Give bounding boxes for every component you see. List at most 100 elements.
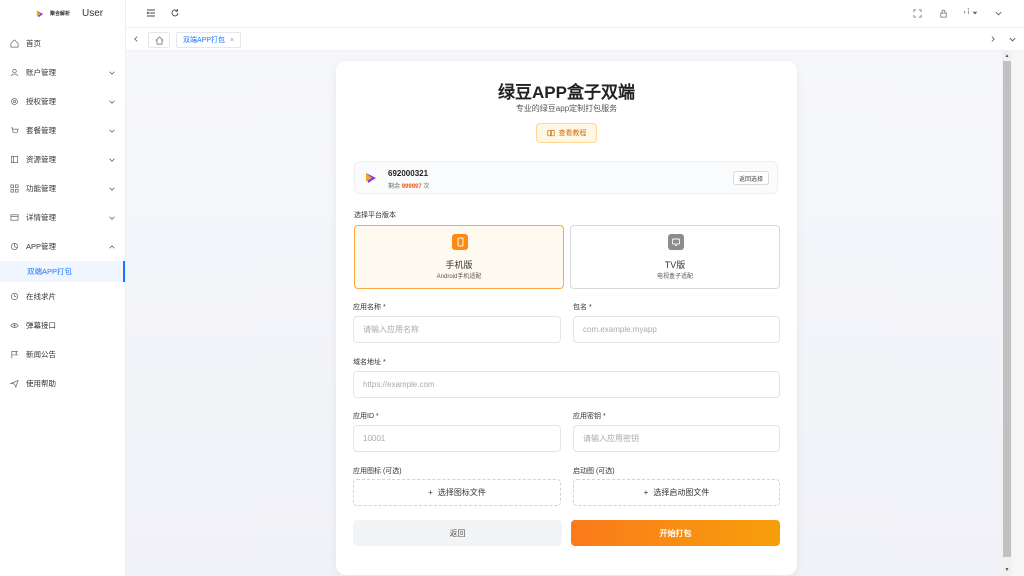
flag-icon (10, 350, 19, 359)
label-text: 应用ID (353, 413, 374, 420)
fullscreen-icon[interactable] (912, 7, 924, 19)
label-text: 应用密钥 (573, 413, 601, 420)
chevron-down-icon (109, 100, 115, 104)
label-text: 包名 (573, 304, 587, 311)
sidebar-item-label: APP管理 (26, 242, 57, 251)
detail-icon (10, 213, 19, 222)
balance-prefix: 剩余 (388, 184, 401, 190)
sidebar-item-accounts[interactable]: 账户管理 (0, 58, 125, 87)
chevron-down-icon[interactable] (992, 7, 1004, 19)
sidebar-item-functions[interactable]: 功能管理 (0, 174, 125, 203)
view-tutorial-button[interactable]: 查看教程 (536, 123, 597, 143)
send-icon (10, 379, 19, 388)
logo-icon (36, 10, 44, 17)
sidebar-item-plans[interactable]: 套餐管理 (0, 116, 125, 145)
select-icon-label: 选择图标文件 (437, 488, 486, 497)
platform-desc: 电视盒子适配 (656, 274, 693, 280)
app-secret-input[interactable]: 请输入应用密钥 (573, 425, 780, 452)
scroll-thumb[interactable] (1003, 61, 1011, 557)
eye-icon (10, 321, 19, 330)
select-splash-label: 选择启动图文件 (653, 488, 710, 497)
sidebar-item-label: 资源管理 (26, 155, 56, 164)
brand: 聚合解析 User (0, 0, 125, 27)
scroll-down-icon[interactable]: ▼ (1004, 567, 1010, 573)
page-title: 绿豆APP盒子双端 (498, 83, 635, 102)
label-text: 域名地址 (353, 359, 381, 366)
tab-dual-app-pack[interactable]: 双端APP打包 × (176, 32, 242, 48)
platform-desc: Android手机适配 (436, 274, 482, 280)
sidebar-item-label: 账户管理 (26, 68, 56, 77)
chevron-down-icon (109, 187, 115, 191)
book-icon (546, 130, 555, 137)
app-icon-label: 应用图标 (可选) (353, 468, 402, 475)
app-id-input[interactable]: 10001 (353, 425, 561, 452)
tabs-scroll-left-icon[interactable] (131, 34, 141, 44)
platform-name: 手机版 (445, 260, 473, 270)
select-splash-file-button[interactable]: + 选择启动图文件 (573, 479, 780, 506)
app-name-input[interactable]: 请输入应用名称 (353, 316, 561, 343)
language-switcher[interactable]: ‹ ı̉ (964, 10, 978, 16)
label-text: 应用名称 (353, 304, 381, 311)
top-header: ‹ ı̉ (126, 0, 1024, 27)
sidebar-item-help[interactable]: 使用帮助 (0, 369, 125, 398)
page-scrollbar[interactable]: ▲ ▼ (1002, 51, 1012, 576)
menu-fold-icon[interactable] (145, 7, 157, 19)
sidebar-item-home[interactable]: 首页 (0, 29, 125, 58)
select-icon-file-button[interactable]: + 选择图标文件 (353, 479, 561, 506)
function-icon (10, 184, 19, 193)
lock-icon[interactable] (938, 7, 950, 19)
tabs-scroll-right-icon[interactable] (988, 34, 998, 44)
sidebar-item-label: 功能管理 (26, 184, 56, 193)
balance-value: 999997 (401, 184, 422, 190)
pack-card: 绿豆APP盒子双端 专业的绿豆app定制打包服务 查看教程 692000321 … (336, 61, 797, 575)
scroll-up-icon[interactable]: ▲ (1004, 53, 1010, 59)
sidebar-subitem-dual-app-pack[interactable]: 双端APP打包 (0, 261, 125, 282)
sidebar-nav: 首页 账户管理 授权管理 套餐管理 资源管理 功能管理 详情管理 APP管理 双… (0, 29, 125, 398)
sidebar-item-requests[interactable]: 在线求片 (0, 282, 125, 311)
app-name-label: 应用名称 * (353, 304, 386, 311)
header-actions: ‹ ı̉ (912, 7, 1004, 19)
gear-icon (10, 97, 19, 106)
sidebar-item-danmaku[interactable]: 弹幕接口 (0, 311, 125, 340)
brand-user[interactable]: User (82, 8, 103, 19)
chevron-down-icon (109, 129, 115, 133)
close-icon[interactable]: × (230, 37, 234, 44)
sidebar-item-label: 使用帮助 (26, 379, 56, 388)
logo-icon (366, 173, 376, 183)
tv-icon (668, 234, 684, 250)
sidebar-item-label: 新闻公告 (26, 350, 56, 359)
sidebar-item-app[interactable]: APP管理 (0, 232, 125, 261)
user-icon (10, 68, 19, 77)
domain-label: 域名地址 * (353, 359, 386, 366)
chevron-down-icon (109, 71, 115, 75)
app-id-label: 应用ID * (353, 413, 379, 420)
tabs-menu-chevron-icon[interactable] (1007, 34, 1017, 44)
start-pack-button[interactable]: 开始打包 (571, 520, 780, 546)
platform-option-mobile[interactable]: 手机版 Android手机适配 (354, 225, 564, 289)
domain-input[interactable]: https://example.com (353, 371, 780, 398)
back-button[interactable]: 返回 (353, 520, 562, 546)
splash-label: 启动图 (可选) (573, 468, 615, 475)
sidebar-item-label: 弹幕接口 (26, 321, 56, 330)
sidebar-item-news[interactable]: 新闻公告 (0, 340, 125, 369)
plus-icon: + (643, 488, 649, 497)
tab-home[interactable] (148, 32, 170, 48)
clock-icon (10, 292, 19, 301)
package-input[interactable]: com.example.myapp (573, 316, 780, 343)
platform-option-tv[interactable]: TV版 电视盒子适配 (570, 225, 780, 289)
chevron-up-icon (109, 244, 115, 248)
main-content: 绿豆APP盒子双端 专业的绿豆app定制打包服务 查看教程 692000321 … (126, 51, 1002, 576)
chevron-down-icon (109, 216, 115, 220)
view-tutorial-label: 查看教程 (558, 130, 587, 137)
sidebar-item-label: 在线求片 (26, 292, 56, 301)
sidebar-item-resources[interactable]: 资源管理 (0, 145, 125, 174)
refresh-icon[interactable] (169, 7, 181, 19)
platform-section-label: 选择平台版本 (354, 212, 396, 219)
sidebar-item-license[interactable]: 授权管理 (0, 87, 125, 116)
back-to-select-button[interactable]: 返回选择 (732, 171, 769, 185)
plus-icon: + (428, 488, 433, 497)
sidebar-item-details[interactable]: 详情管理 (0, 203, 125, 232)
chevron-down-icon (109, 158, 115, 162)
phone-icon (452, 234, 468, 250)
cart-icon (10, 126, 19, 135)
